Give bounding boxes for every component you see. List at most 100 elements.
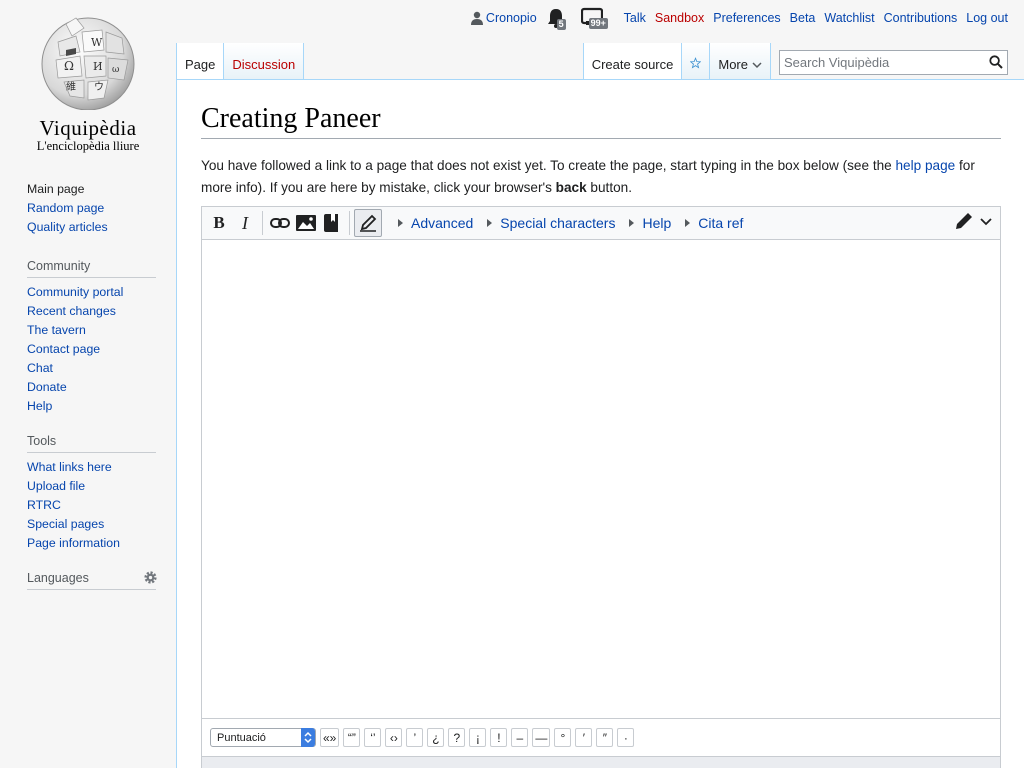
search-box: [779, 50, 1008, 75]
search-input[interactable]: [780, 51, 980, 74]
select-arrows-icon: [301, 728, 315, 747]
help-label: Help: [642, 215, 672, 231]
chevron-down-icon: [752, 62, 762, 69]
book-reference-icon: [324, 214, 338, 232]
character-category-value: Puntuació: [217, 731, 266, 744]
preferences-link[interactable]: Preferences: [713, 11, 780, 25]
sidebar-item-recent-changes[interactable]: Recent changes: [27, 304, 116, 318]
talk-link[interactable]: Talk: [624, 11, 646, 25]
wikipedia-globe-logo[interactable]: W Ω И 維 ウ ω: [36, 14, 140, 110]
expand-triangle-icon: [398, 219, 403, 227]
username: Cronopio: [485, 11, 537, 25]
intro-text: You have followed a link to a page that …: [201, 155, 1001, 199]
char-button[interactable]: —: [532, 728, 551, 747]
char-button[interactable]: «»: [320, 728, 340, 747]
insert-link-button[interactable]: [267, 210, 293, 236]
toolbar-separator: [349, 211, 350, 235]
sidebar-item-donate[interactable]: Donate: [27, 380, 67, 394]
toolbar-separator: [262, 211, 263, 235]
sidebar-item-contact-page[interactable]: Contact page: [27, 342, 100, 356]
char-button[interactable]: ·: [617, 728, 635, 747]
char-button[interactable]: ‘’: [364, 728, 382, 747]
insert-image-button[interactable]: [293, 210, 319, 236]
editor-mode-switch[interactable]: [954, 211, 992, 231]
site-wordmark: Viquipèdia: [39, 116, 137, 140]
logout-link[interactable]: Log out: [966, 11, 1008, 25]
notices-button[interactable]: 99+: [580, 7, 615, 29]
help-toggle[interactable]: Help: [629, 215, 671, 231]
sidebar-item-random-page[interactable]: Random page: [27, 201, 104, 215]
special-characters-toggle[interactable]: Special characters: [487, 215, 615, 231]
tab-create-source[interactable]: Create source: [582, 43, 682, 80]
user-page-link[interactable]: Cronopio: [470, 11, 537, 25]
character-category-select[interactable]: Puntuació: [210, 728, 316, 747]
expand-triangle-icon: [629, 219, 635, 227]
sidebar-item-the-tavern[interactable]: The tavern: [27, 323, 86, 337]
languages-heading: Languages: [27, 567, 158, 590]
alerts-button[interactable]: 5: [546, 7, 572, 30]
cita-ref-toggle[interactable]: Cita ref: [685, 215, 743, 231]
char-button[interactable]: ¿: [427, 728, 445, 747]
tab-discussion[interactable]: Discussion: [223, 43, 305, 80]
svg-text:維: 維: [66, 80, 76, 93]
italic-button[interactable]: I: [232, 210, 258, 236]
sidebar-item-quality-articles[interactable]: Quality articles: [27, 220, 108, 234]
char-button[interactable]: –: [511, 728, 529, 747]
sidebar-item-page-information[interactable]: Page information: [27, 536, 120, 550]
cita-ref-label: Cita ref: [698, 215, 744, 231]
wikitext-editor: B I Advanced Special characters Help Cit…: [201, 206, 1001, 768]
sidebar-item-community-portal[interactable]: Community portal: [27, 285, 123, 299]
personal-tools: Cronopio 5 99+ Talk Sandbox Preferences …: [462, 6, 1008, 30]
search-icon[interactable]: [989, 55, 1003, 69]
char-button[interactable]: !: [490, 728, 508, 747]
back-bold-text: back: [555, 180, 587, 195]
char-button[interactable]: ″: [596, 728, 614, 747]
sidebar-item-help[interactable]: Help: [27, 399, 52, 413]
main-content: Creating Paneer You have followed a link…: [176, 79, 1024, 768]
namespace-tabs: Page Discussion: [176, 43, 305, 80]
contributions-link[interactable]: Contributions: [884, 11, 958, 25]
sidebar-item-special-pages[interactable]: Special pages: [27, 517, 104, 531]
advanced-toggle[interactable]: Advanced: [398, 215, 473, 231]
insert-reference-button[interactable]: [319, 210, 345, 236]
sidebar-languages: Languages: [27, 567, 158, 590]
sidebar-item-rtrc[interactable]: RTRC: [27, 498, 61, 512]
star-icon: [690, 57, 702, 69]
sandbox-link[interactable]: Sandbox: [655, 11, 704, 25]
char-button[interactable]: “”: [343, 728, 361, 747]
logo[interactable]: W Ω И 維 ウ ω Viquipèdia L'enciclopèdia ll…: [0, 0, 176, 160]
more-menu-button[interactable]: More: [709, 43, 771, 80]
expand-triangle-icon: [487, 219, 493, 227]
community-heading: Community: [27, 255, 156, 278]
sidebar-item-upload-file[interactable]: Upload file: [27, 479, 85, 493]
help-page-link[interactable]: help page: [896, 158, 956, 173]
gear-icon[interactable]: [143, 570, 158, 585]
beta-link[interactable]: Beta: [790, 11, 816, 25]
tab-page[interactable]: Page: [176, 43, 224, 80]
tab-discussion-label: Discussion: [232, 57, 296, 72]
watch-star-button[interactable]: [681, 43, 710, 80]
char-button[interactable]: ‹›: [385, 728, 403, 747]
site-tagline: L'enciclopèdia lliure: [36, 139, 140, 153]
signature-button[interactable]: [354, 209, 382, 237]
char-button[interactable]: °: [554, 728, 572, 747]
sidebar-item-chat[interactable]: Chat: [27, 361, 53, 375]
char-button[interactable]: ¡: [469, 728, 487, 747]
user-icon: [470, 11, 483, 25]
svg-text:И: И: [93, 60, 103, 73]
sidebar-item-main-page[interactable]: Main page: [27, 182, 84, 196]
advanced-label: Advanced: [411, 215, 474, 231]
watchlist-link[interactable]: Watchlist: [824, 11, 874, 25]
sidebar-navigation: Main page Random page Quality articles: [27, 180, 156, 237]
bold-button[interactable]: B: [206, 210, 232, 236]
char-button[interactable]: ’: [406, 728, 424, 747]
wikitext-textarea[interactable]: [202, 240, 1000, 718]
sidebar-community: Community Community portal Recent change…: [27, 255, 156, 416]
view-tabs: Create source More: [582, 43, 1008, 80]
editor-bottom-bar: [202, 756, 1000, 768]
updown-arrow-icon: [304, 731, 312, 744]
svg-text:W: W: [91, 36, 103, 49]
sidebar-item-what-links-here[interactable]: What links here: [27, 460, 112, 474]
char-button[interactable]: ′: [575, 728, 593, 747]
char-button[interactable]: ?: [448, 728, 466, 747]
